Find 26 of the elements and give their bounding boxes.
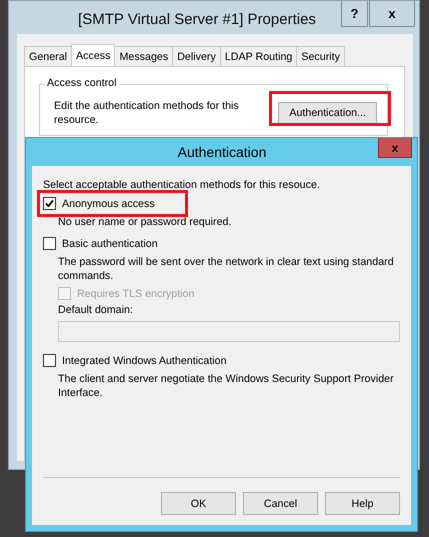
authentication-button[interactable]: Authentication...: [278, 102, 377, 124]
checkbox-icon[interactable]: [43, 197, 56, 210]
group-label: Access control: [44, 77, 120, 89]
dialog-button[interactable]: Help: [325, 492, 400, 515]
window-title: [SMTP Virtual Server #1] Properties: [77, 10, 317, 28]
description-text: Edit the authentication methods for this resource.: [54, 99, 240, 127]
description-text: No user name or password required.: [58, 215, 232, 229]
instruction-text: Select acceptable authentication methods for this resouce.: [43, 179, 321, 191]
close-button[interactable]: x: [369, 1, 415, 27]
checkbox-icon[interactable]: [43, 354, 56, 367]
field-label: Default domain:: [58, 304, 134, 316]
checkbox-label[interactable]: Integrated Windows Authentication: [62, 354, 227, 366]
checkbox-icon[interactable]: [43, 237, 56, 250]
dialog-button[interactable]: OK: [161, 492, 236, 515]
tab[interactable]: Security: [296, 46, 345, 66]
checkbox-label: Requires TLS encryption: [77, 288, 194, 300]
checkbox-label[interactable]: Anonymous access: [62, 198, 155, 210]
description-text: The password will be sent over the network in clear text using standard commands.: [58, 255, 395, 283]
close-button[interactable]: x: [378, 138, 412, 158]
dialog-button[interactable]: Cancel: [243, 492, 318, 515]
description-text: The client and server negotiate the Windows Security Support Provider Interface.: [58, 372, 395, 400]
tab[interactable]: General: [24, 46, 72, 66]
help-button[interactable]: ?: [341, 1, 368, 27]
checkbox-label[interactable]: Basic authentication: [62, 238, 158, 250]
tab[interactable]: Access: [71, 44, 116, 66]
dialog-title: Authentication: [176, 143, 268, 160]
